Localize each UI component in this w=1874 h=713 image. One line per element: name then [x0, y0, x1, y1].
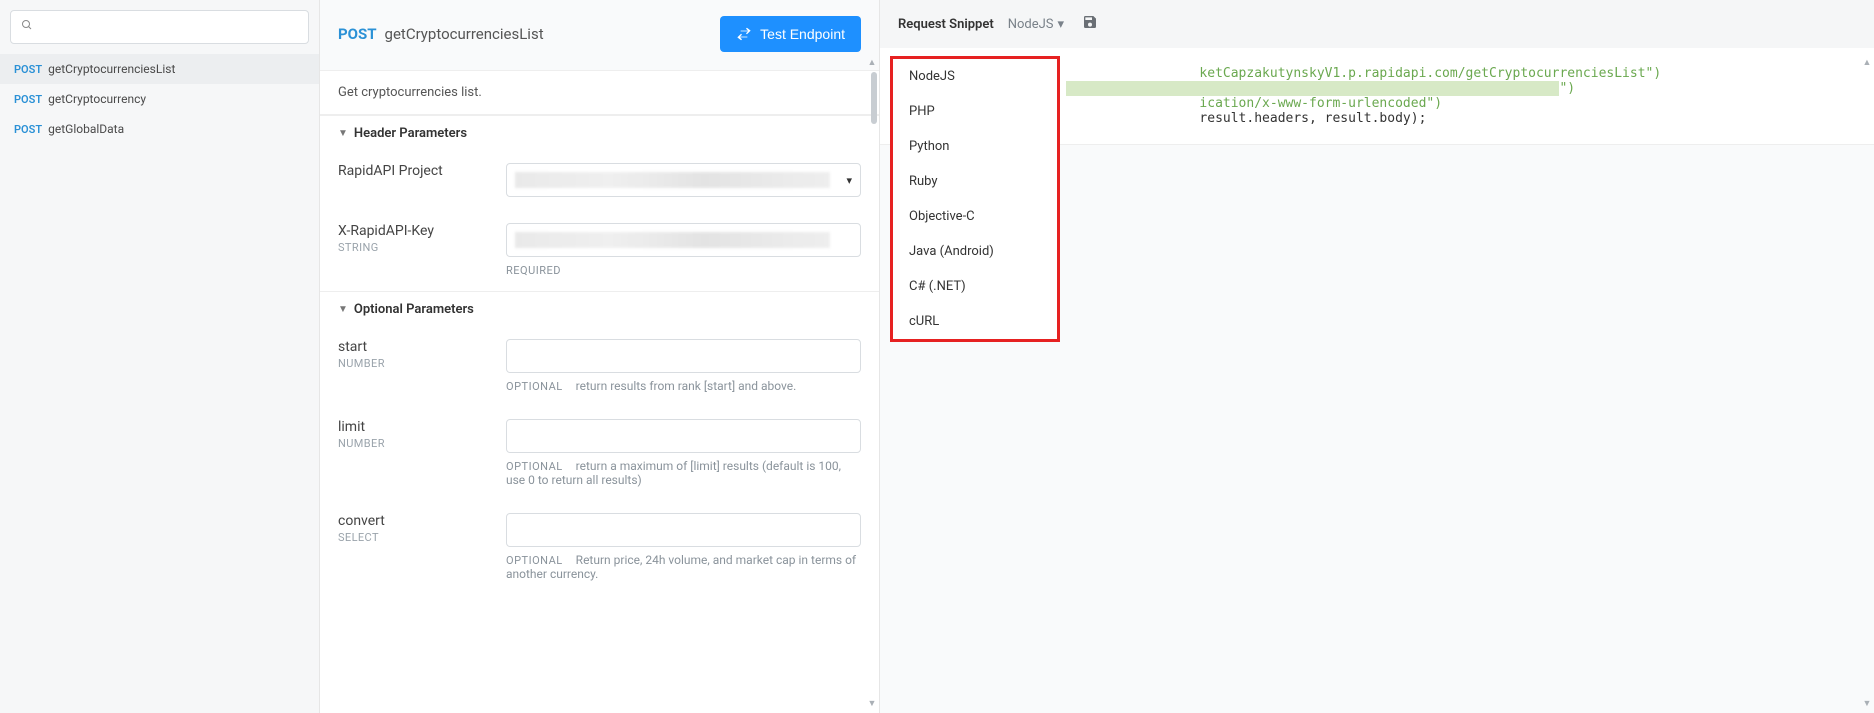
- param-row-api-key: X-RapidAPI-Key STRING REQUIRED: [320, 211, 879, 291]
- param-type: SELECT: [338, 531, 488, 544]
- chevron-down-icon: ▾: [846, 174, 852, 187]
- save-icon[interactable]: [1082, 14, 1098, 34]
- start-input[interactable]: [506, 339, 861, 373]
- code-text: ketCapzakutynskyV1.p.rapidapi.com/getCry…: [1199, 66, 1661, 81]
- param-name: convert: [338, 513, 488, 529]
- test-endpoint-button[interactable]: Test Endpoint: [720, 16, 861, 52]
- param-type: STRING: [338, 241, 488, 254]
- param-name: X-RapidAPI-Key: [338, 223, 488, 239]
- dropdown-item-curl[interactable]: cURL: [893, 304, 1057, 339]
- endpoint-label: getCryptocurrenciesList: [48, 62, 175, 76]
- param-row-limit: limit NUMBER OPTIONAL return a maximum o…: [320, 407, 879, 501]
- search-icon: [21, 19, 33, 35]
- section-title: Header Parameters: [354, 126, 467, 141]
- dropdown-item-csharp[interactable]: C# (.NET): [893, 269, 1057, 304]
- param-name: RapidAPI Project: [338, 163, 488, 179]
- code-text: ication/x-www-form-urlencoded"): [1199, 96, 1442, 111]
- project-select[interactable]: ▾: [506, 163, 861, 197]
- code-text: result.headers, result.body);: [1199, 111, 1426, 126]
- method-badge: POST: [14, 123, 42, 136]
- dropdown-item-php[interactable]: PHP: [893, 94, 1057, 129]
- dropdown-item-python[interactable]: Python: [893, 129, 1057, 164]
- param-flag: REQUIRED: [506, 264, 561, 277]
- scroll-down-icon[interactable]: ▼: [1861, 697, 1873, 709]
- param-type: NUMBER: [338, 357, 488, 370]
- test-endpoint-label: Test Endpoint: [760, 26, 845, 42]
- triangle-down-icon: ▼: [338, 128, 348, 139]
- endpoint-label: getGlobalData: [48, 122, 124, 136]
- endpoint-panel: POST getCryptocurrenciesList Test Endpoi…: [320, 0, 880, 713]
- method-badge: POST: [14, 93, 42, 106]
- param-row-convert: convert SELECT OPTIONAL Return price, 24…: [320, 501, 879, 595]
- language-dropdown: NodeJS PHP Python Ruby Objective-C Java …: [890, 56, 1060, 342]
- scrollbar-thumb[interactable]: [871, 72, 877, 124]
- title-method: POST: [338, 25, 377, 43]
- limit-input[interactable]: [506, 419, 861, 453]
- endpoint-description: Get cryptocurrencies list.: [320, 71, 879, 115]
- endpoint-label: getCryptocurrency: [48, 92, 146, 106]
- redacted-value: [515, 172, 830, 188]
- convert-input[interactable]: [506, 513, 861, 547]
- endpoint-list: POST getCryptocurrenciesList POST getCry…: [0, 54, 319, 144]
- param-type: NUMBER: [338, 437, 488, 450]
- api-key-input[interactable]: [506, 223, 861, 257]
- endpoint-item-getCryptocurrenciesList[interactable]: POST getCryptocurrenciesList: [0, 54, 319, 84]
- section-title: Optional Parameters: [354, 302, 474, 317]
- search-input[interactable]: [39, 20, 298, 35]
- search-input-wrap[interactable]: [10, 10, 309, 44]
- scroll-down-icon[interactable]: ▼: [866, 697, 878, 709]
- param-flag: OPTIONAL: [506, 554, 563, 567]
- param-name: limit: [338, 419, 488, 435]
- dropdown-item-java[interactable]: Java (Android): [893, 234, 1057, 269]
- param-name: start: [338, 339, 488, 355]
- param-help: return results from rank [start] and abo…: [576, 379, 797, 393]
- request-snippet-label: Request Snippet: [898, 17, 994, 32]
- dropdown-item-nodejs[interactable]: NodeJS: [893, 59, 1057, 94]
- param-flag: OPTIONAL: [506, 460, 563, 473]
- scroll-up-icon[interactable]: ▲: [1861, 56, 1873, 68]
- dropdown-item-ruby[interactable]: Ruby: [893, 164, 1057, 199]
- endpoint-item-getCryptocurrency[interactable]: POST getCryptocurrency: [0, 84, 319, 114]
- param-row-rapidapi-project: RapidAPI Project ▾: [320, 151, 879, 211]
- redacted-value: [515, 232, 830, 248]
- code-text: "): [1559, 81, 1575, 96]
- param-row-start: start NUMBER OPTIONAL return results fro…: [320, 327, 879, 407]
- method-badge: POST: [14, 63, 42, 76]
- scroll-up-icon[interactable]: ▲: [866, 56, 878, 68]
- section-header-params[interactable]: ▼ Header Parameters: [320, 116, 879, 151]
- param-flag: OPTIONAL: [506, 380, 563, 393]
- sidebar: POST getCryptocurrenciesList POST getCry…: [0, 0, 320, 713]
- title-name: getCryptocurrenciesList: [385, 25, 544, 43]
- endpoint-item-getGlobalData[interactable]: POST getGlobalData: [0, 114, 319, 144]
- triangle-down-icon: ▼: [338, 304, 348, 315]
- language-select[interactable]: NodeJS ▾: [1008, 17, 1064, 32]
- chevron-down-icon: ▾: [1058, 17, 1065, 32]
- section-optional-params[interactable]: ▼ Optional Parameters: [320, 292, 879, 327]
- swap-icon: [736, 26, 752, 42]
- dropdown-item-objc[interactable]: Objective-C: [893, 199, 1057, 234]
- redacted-code: xxxxxxxxxxxxxxxxxxxxxxxxxxxxxxxxxxxxxxxx…: [1066, 81, 1559, 96]
- language-selected: NodeJS: [1008, 17, 1054, 32]
